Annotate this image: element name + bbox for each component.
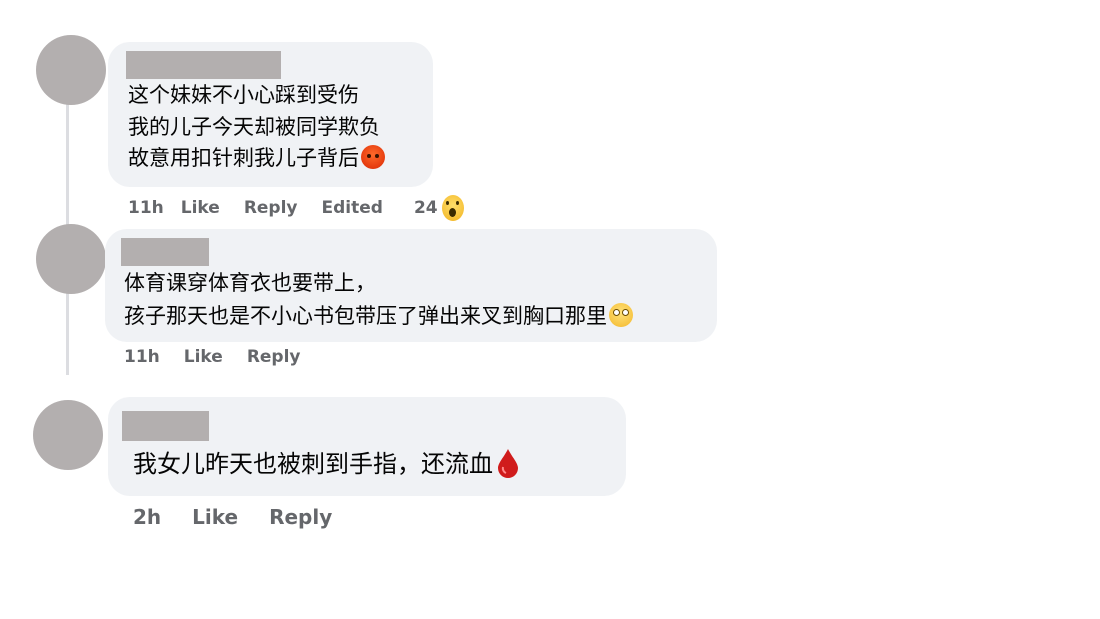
reaction-count[interactable]: 24	[414, 198, 438, 218]
comment-bubble: 体育课穿体育衣也要带上， 孩子那天也是不小心书包带压了弹出来叉到胸口那里	[105, 229, 717, 342]
comment-text-line: 这个妹妹不小心踩到受伤	[128, 83, 359, 107]
redacted-author-name[interactable]	[122, 411, 209, 441]
angry-face-emoji	[361, 145, 385, 169]
edited-label: Edited	[321, 198, 383, 218]
timestamp[interactable]: 11h	[128, 198, 164, 218]
comment-bubble: 这个妹妹不小心踩到受伤 我的儿子今天却被同学欺负 故意用扣针刺我儿子背后	[108, 42, 433, 187]
comment-text-line: 孩子那天也是不小心书包带压了弹出来叉到胸口那里	[124, 301, 633, 331]
comment-text: 孩子那天也是不小心书包带压了弹出来叉到胸口那里	[124, 304, 607, 328]
redacted-author-name[interactable]	[121, 238, 209, 266]
wow-reaction-icon[interactable]	[441, 195, 464, 221]
comment-bubble: 我女儿昨天也被刺到手指，还流血	[108, 397, 626, 496]
comment-actions: 11h Like Reply	[124, 347, 301, 367]
comment-actions: 2h Like Reply	[133, 505, 332, 529]
timestamp[interactable]: 2h	[133, 505, 161, 529]
comment-text: 故意用扣针刺我儿子背后	[128, 146, 359, 170]
reply-button[interactable]: Reply	[269, 505, 332, 529]
like-button[interactable]: Like	[181, 198, 220, 218]
avatar[interactable]	[36, 224, 106, 294]
timestamp[interactable]: 11h	[124, 347, 160, 367]
drop-of-blood-emoji	[498, 449, 518, 478]
comment-text: 我女儿昨天也被刺到手指，还流血	[133, 450, 493, 478]
comment-text-line: 体育课穿体育衣也要带上，	[124, 271, 376, 295]
comment-actions: 11h Like Reply Edited 24	[128, 195, 464, 221]
redacted-author-name[interactable]	[126, 51, 281, 79]
eye-roll-emoji	[609, 303, 633, 327]
reply-button[interactable]: Reply	[247, 347, 301, 367]
avatar[interactable]	[36, 35, 106, 105]
like-button[interactable]: Like	[192, 505, 238, 529]
like-button[interactable]: Like	[184, 347, 223, 367]
avatar[interactable]	[33, 400, 103, 470]
comment-text-line: 故意用扣针刺我儿子背后	[128, 143, 385, 173]
comment-text-line: 我的儿子今天却被同学欺负	[128, 115, 380, 139]
reply-button[interactable]: Reply	[244, 198, 298, 218]
comment-text-line: 我女儿昨天也被刺到手指，还流血	[133, 447, 519, 481]
